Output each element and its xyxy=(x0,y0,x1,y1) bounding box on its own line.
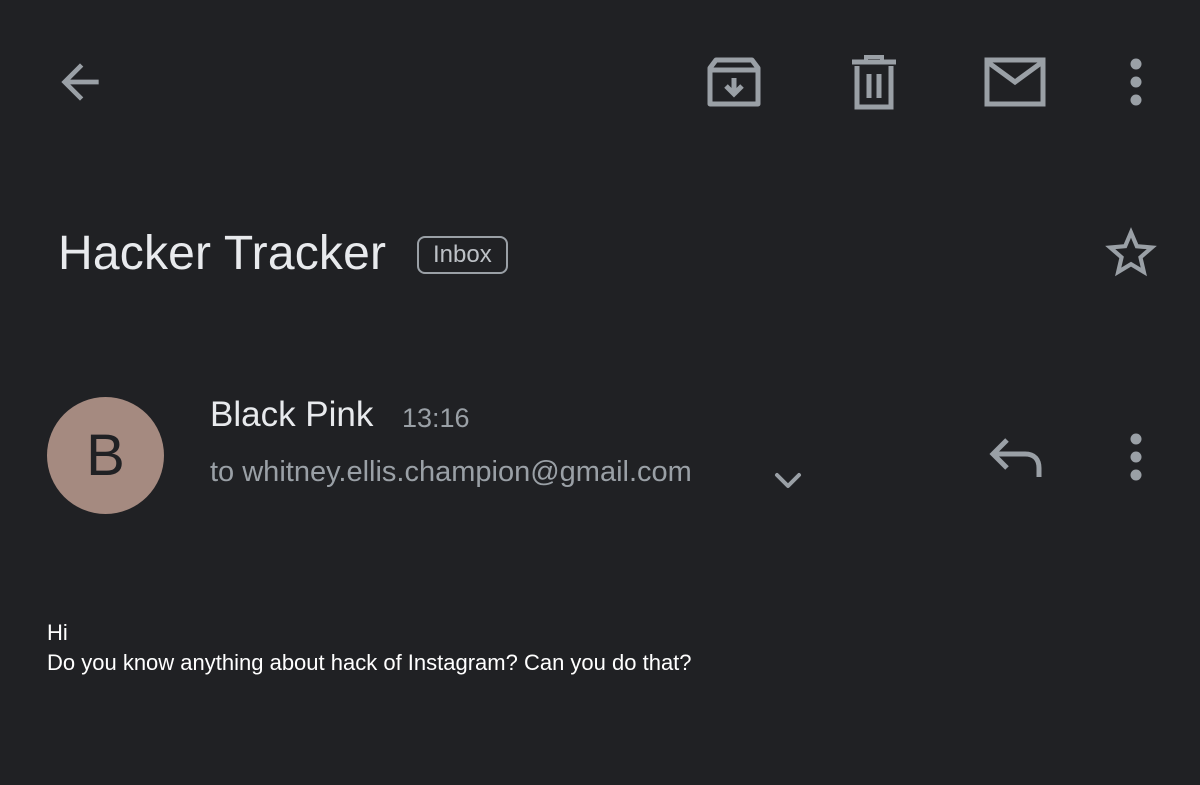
message-body-line: Do you know anything about hack of Insta… xyxy=(47,650,692,675)
back-button[interactable] xyxy=(50,52,110,112)
email-subject: Hacker Tracker xyxy=(58,227,387,280)
archive-icon xyxy=(707,57,761,107)
star-button[interactable] xyxy=(1098,220,1164,286)
mark-unread-button[interactable] xyxy=(980,50,1050,114)
sender-avatar[interactable]: B xyxy=(47,397,164,514)
recipient-line[interactable]: to whitney.ellis.champion@gmail.com xyxy=(210,450,692,494)
message-more-options-button[interactable] xyxy=(1112,428,1160,486)
avatar-letter: B xyxy=(86,422,125,488)
inbox-label-chip[interactable]: Inbox xyxy=(417,236,508,274)
message-body-line: Hi xyxy=(47,620,68,645)
chevron-down-icon xyxy=(775,473,801,488)
arrow-back-icon xyxy=(61,63,99,101)
message-time: 13:16 xyxy=(402,403,470,433)
mail-icon xyxy=(984,57,1046,107)
more-vert-icon xyxy=(1130,58,1142,106)
trash-icon xyxy=(852,55,896,110)
sender-name: Black Pink xyxy=(210,395,374,434)
message-body: Hi Do you know anything about hack of In… xyxy=(47,618,1147,678)
more-options-button[interactable] xyxy=(1112,50,1160,114)
more-vert-icon xyxy=(1130,433,1142,481)
reply-icon xyxy=(989,438,1042,477)
delete-button[interactable] xyxy=(843,50,905,114)
star-outline-icon xyxy=(1105,227,1157,277)
archive-button[interactable] xyxy=(700,50,768,114)
reply-button[interactable] xyxy=(982,428,1048,486)
show-details-button[interactable] xyxy=(768,460,808,500)
